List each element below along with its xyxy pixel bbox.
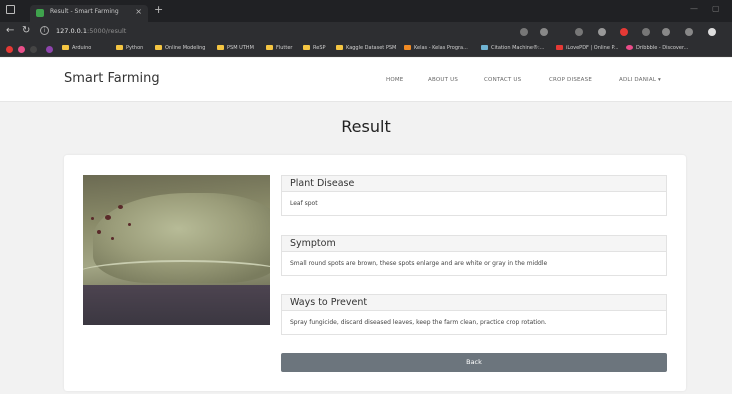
site-navbar: Smart Farming HOME ABOUT US CONTACT US C… <box>0 58 732 102</box>
bookmark-resp[interactable]: ReSP <box>303 45 326 51</box>
plant-disease-header: Plant Disease <box>281 175 667 192</box>
prevention-body: Spray fungicide, discard diseased leaves… <box>281 311 667 335</box>
nav-about-us[interactable]: ABOUT US <box>428 77 458 83</box>
prevention-header: Ways to Prevent <box>281 294 667 311</box>
bookmark-icon[interactable] <box>18 46 25 53</box>
bookmark-label: Flutter <box>276 45 293 51</box>
bookmark-arduino[interactable]: Arduino <box>62 45 91 51</box>
prevention-heading: Ways to Prevent <box>290 297 368 308</box>
bookmark-online-modeling[interactable]: Online Modeling <box>155 45 205 51</box>
tab-title: Result - Smart Farming <box>50 8 119 15</box>
reload-icon[interactable]: ↻ <box>22 25 30 36</box>
extension-icon[interactable] <box>575 28 583 36</box>
bookmark-label: Citation Machine®:... <box>491 45 545 51</box>
extension-icon[interactable] <box>598 28 606 36</box>
extension-icon[interactable] <box>642 28 650 36</box>
tab-favicon-icon <box>36 9 44 17</box>
bookmark-label: Python <box>126 45 144 51</box>
read-aloud-icon[interactable] <box>520 28 528 36</box>
window-menu-icon[interactable] <box>6 5 15 14</box>
back-arrow-icon[interactable]: ← <box>6 25 14 36</box>
bookmark-label: Dribbble - Discover... <box>636 45 689 51</box>
bookmark-icon <box>404 45 411 50</box>
folder-icon <box>116 45 123 50</box>
back-button[interactable]: Back <box>281 353 667 372</box>
bookmark-label: iLovePDF | Online P... <box>566 45 619 51</box>
nav-home[interactable]: HOME <box>386 77 404 83</box>
plant-disease-heading: Plant Disease <box>290 178 355 189</box>
bookmark-icon[interactable] <box>6 46 13 53</box>
profile-avatar[interactable] <box>708 28 716 36</box>
page-title: Result <box>341 117 391 136</box>
symptom-heading: Symptom <box>290 238 336 249</box>
minimize-icon[interactable]: — <box>690 4 698 13</box>
plant-disease-text: Leaf spot <box>290 200 318 207</box>
disease-spot <box>91 217 94 220</box>
bookmark-kaggle-dataset-psm[interactable]: Kaggle Dataset PSM <box>336 45 396 51</box>
bookmark-label: Kelas - Kelas Progra... <box>414 45 468 51</box>
symptom-header: Symptom <box>281 235 667 252</box>
leaf-shadow <box>83 285 270 325</box>
restore-icon[interactable]: ▢ <box>712 4 720 13</box>
bookmark-ilovepdf[interactable]: iLovePDF | Online P... <box>556 45 619 51</box>
nav-crop-disease[interactable]: CROP DISEASE <box>549 77 592 83</box>
bookmark-label: Arduino <box>72 45 92 51</box>
bookmark-label: PSM UTHM <box>227 45 254 51</box>
browser-tab[interactable]: Result - Smart Farming × <box>30 5 148 22</box>
bookmark-icon[interactable] <box>46 46 53 53</box>
disease-spot <box>97 230 101 234</box>
bookmark-dribbble[interactable]: Dribbble - Discover... <box>626 45 688 51</box>
browser-titlebar: Result - Smart Farming × + — ▢ <box>0 0 732 22</box>
folder-icon <box>217 45 224 50</box>
bookmarks-bar: Arduino Python Online Modeling PSM UTHM … <box>0 42 732 57</box>
url-field[interactable]: 127.0.0.1:5000/result <box>56 27 126 35</box>
bookmark-python[interactable]: Python <box>116 45 143 51</box>
nav-user-dropdown[interactable]: ADLI DANIAL ▾ <box>619 77 661 83</box>
bookmark-kelas[interactable]: Kelas - Kelas Progra... <box>404 45 468 51</box>
nav-contact-us[interactable]: CONTACT US <box>484 77 521 83</box>
folder-icon <box>155 45 162 50</box>
extension-icon[interactable] <box>620 28 628 36</box>
bookmark-flutter[interactable]: Flutter <box>266 45 293 51</box>
leaf-photo <box>83 175 270 325</box>
bookmark-citation-machine[interactable]: Citation Machine®:... <box>481 45 544 51</box>
tab-close-icon[interactable]: × <box>135 7 142 16</box>
disease-spot <box>111 237 114 240</box>
prevention-text: Spray fungicide, discard diseased leaves… <box>290 319 547 326</box>
dribbble-icon <box>626 45 633 50</box>
collections-icon[interactable] <box>685 28 693 36</box>
bookmark-label: Kaggle Dataset PSM <box>346 45 397 51</box>
bookmark-psm-uthm[interactable]: PSM UTHM <box>217 45 254 51</box>
folder-icon <box>266 45 273 50</box>
symptom-body: Small round spots are brown, these spots… <box>281 252 667 276</box>
folder-icon <box>336 45 343 50</box>
url-host: 127.0.0.1 <box>56 27 88 35</box>
bookmark-icon <box>556 45 563 50</box>
site-brand[interactable]: Smart Farming <box>64 71 160 86</box>
split-screen-icon[interactable] <box>662 28 670 36</box>
disease-spot <box>118 205 123 209</box>
favorites-star-icon[interactable] <box>540 28 548 36</box>
folder-icon <box>303 45 310 50</box>
bookmark-label: Online Modeling <box>165 45 206 51</box>
bookmark-icon <box>481 45 488 50</box>
site-info-icon[interactable]: i <box>40 26 49 35</box>
folder-icon <box>62 45 69 50</box>
disease-spot <box>128 223 131 226</box>
symptom-text: Small round spots are brown, these spots… <box>290 260 548 267</box>
github-icon[interactable] <box>30 46 37 53</box>
disease-spot <box>105 215 111 220</box>
plant-disease-body: Leaf spot <box>281 192 667 216</box>
address-bar: ← ↻ i 127.0.0.1:5000/result <box>0 22 732 42</box>
url-path: :5000/result <box>87 27 127 35</box>
bookmark-label: ReSP <box>313 45 326 51</box>
new-tab-button[interactable]: + <box>154 3 163 16</box>
